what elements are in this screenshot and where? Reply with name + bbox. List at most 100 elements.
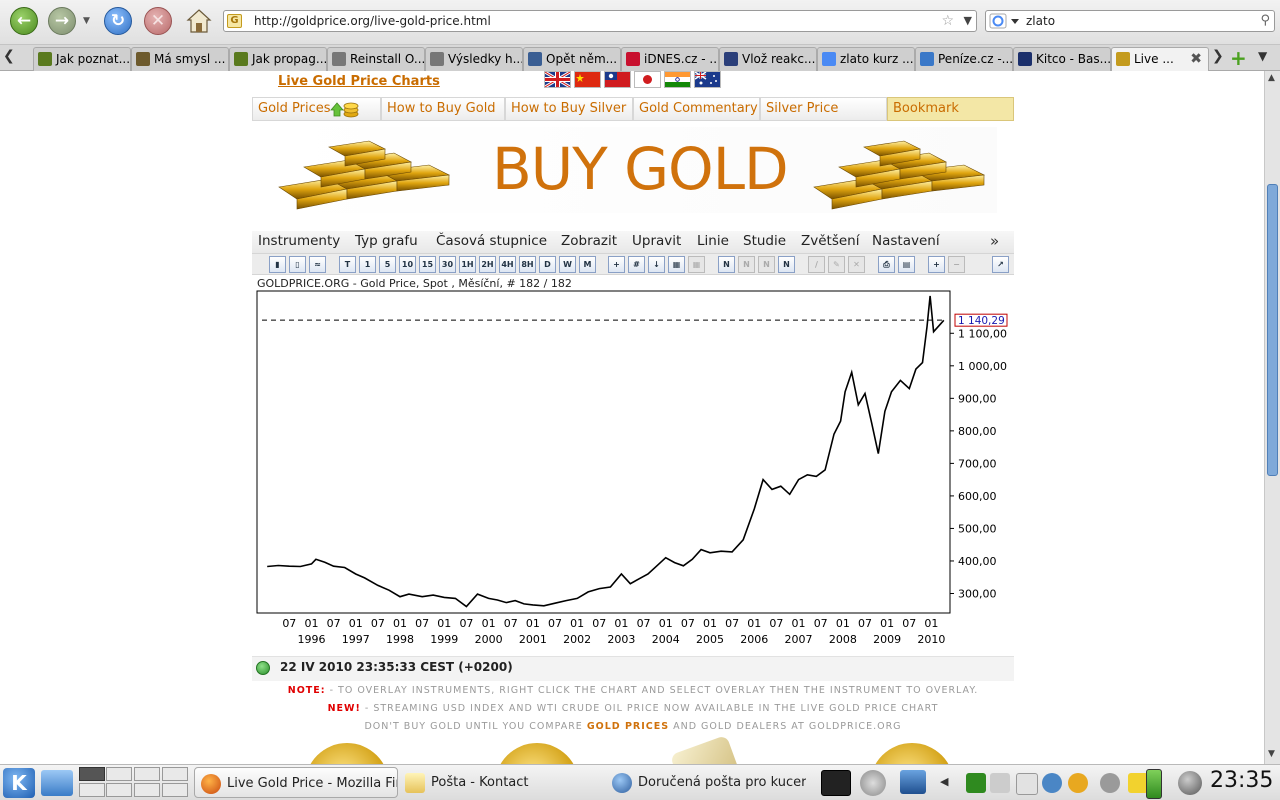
cursor-icon[interactable]: ↓	[648, 256, 665, 273]
gold-bar-image[interactable]	[669, 734, 751, 764]
nav-how-to-buy-gold[interactable]: How to Buy Gold	[381, 97, 505, 121]
network-icon[interactable]	[1042, 773, 1062, 793]
period-button-m[interactable]: M	[579, 256, 596, 273]
period-button-1h[interactable]: 1H	[459, 256, 476, 273]
chart-menu-nastaveni[interactable]: Nastavení	[872, 233, 940, 249]
flag-china-icon[interactable]	[574, 71, 601, 88]
print-icon[interactable]: ⎙	[878, 256, 895, 273]
desktop-2[interactable]	[106, 767, 132, 781]
nav-gold-prices[interactable]: Gold Prices	[252, 97, 381, 121]
gold-coin-image[interactable]	[305, 743, 389, 764]
tab-1[interactable]: Jak poznat...	[33, 47, 131, 71]
tab-8[interactable]: Vlož reakc...	[719, 47, 817, 71]
chart-menu-zobrazit[interactable]: Zobrazit	[561, 233, 617, 249]
period-button-30[interactable]: 30	[439, 256, 456, 273]
settings-icon[interactable]	[860, 770, 886, 796]
scrollbar-thumb[interactable]	[1267, 184, 1278, 476]
chart-menu-casova-stupnice[interactable]: Časová stupnice	[436, 233, 547, 249]
tab-3[interactable]: Jak propag...	[229, 47, 327, 71]
zoom-out-icon[interactable]: −	[948, 256, 965, 273]
info-icon[interactable]	[1100, 773, 1120, 793]
pencil-icon[interactable]: ✎	[828, 256, 845, 273]
detach-chart-icon[interactable]: ↗	[992, 256, 1009, 273]
flag-japan-icon[interactable]	[634, 71, 661, 88]
tab-list-icon[interactable]: ▼	[1258, 49, 1267, 63]
tab-2[interactable]: Má smysl ...	[131, 47, 229, 71]
crosshair-icon[interactable]: +	[608, 256, 625, 273]
flag-uk-icon[interactable]	[544, 71, 571, 89]
fibonacci-icon[interactable]: N	[778, 256, 795, 273]
volume-disabled-icon[interactable]: ▦	[688, 256, 705, 273]
krugerrand-coin-image[interactable]	[870, 743, 954, 764]
flag-india-icon[interactable]	[664, 71, 691, 88]
chart-menu-more-icon[interactable]: »	[990, 232, 999, 250]
forward-button[interactable]: →	[48, 7, 76, 35]
task-inbox-notification[interactable]: Doručená pošta pro kucera	[606, 767, 806, 798]
search-input[interactable]: zlato	[1026, 14, 1055, 28]
desktop-8[interactable]	[162, 783, 188, 797]
new-tab-button[interactable]: +	[1230, 46, 1247, 70]
desktop-1[interactable]	[79, 767, 105, 781]
tab-4[interactable]: Reinstall O...	[327, 47, 425, 71]
gold-price-chart[interactable]: 300,00 400,00 500,00 600,00 700,00 800,00 900,…	[252, 289, 1014, 679]
file-manager-icon[interactable]	[41, 770, 73, 796]
tab-11[interactable]: Kitco - Bas...	[1013, 47, 1111, 71]
tab-12[interactable]: Live ... ✖	[1111, 47, 1209, 72]
chart-menu-linie[interactable]: Linie	[697, 233, 729, 249]
nav-silver-price[interactable]: Silver Price	[760, 97, 887, 121]
tab-6[interactable]: Opět něm...	[523, 47, 621, 71]
period-button-d[interactable]: D	[539, 256, 556, 273]
gold-prices-link[interactable]: GOLD PRICES	[587, 721, 669, 732]
clock[interactable]: 23:35	[1210, 768, 1273, 793]
globe-icon[interactable]	[1178, 771, 1202, 795]
tab-10[interactable]: Peníze.cz -...	[915, 47, 1013, 71]
period-button-8h[interactable]: 8H	[519, 256, 536, 273]
tab-close-icon[interactable]: ✖	[1190, 48, 1202, 70]
tab-9[interactable]: zlato kurz ...	[817, 47, 915, 71]
tray-app-icon[interactable]	[966, 773, 986, 793]
candlestick-chart-icon[interactable]: ▮	[269, 256, 286, 273]
chart-menu-upravit[interactable]: Upravit	[632, 233, 681, 249]
kde-menu-button[interactable]: K	[3, 768, 35, 798]
search-icon[interactable]: ⚲	[1260, 13, 1270, 28]
period-button-1[interactable]: 1	[359, 256, 376, 273]
tab-scroll-left-icon[interactable]: ❮	[3, 48, 15, 64]
site-title-link[interactable]: Live Gold Price Charts	[278, 74, 440, 89]
tab-5[interactable]: Výsledky h...	[425, 47, 523, 71]
period-button-w[interactable]: W	[559, 256, 576, 273]
search-bar[interactable]: zlato ⚲	[985, 10, 1275, 32]
task-firefox[interactable]: Live Gold Price - Mozilla Fire	[194, 767, 398, 798]
desktop-5[interactable]	[79, 783, 105, 797]
period-button-4h[interactable]: 4H	[499, 256, 516, 273]
trendline-3-icon[interactable]: N	[758, 256, 775, 273]
scroll-up-icon[interactable]: ▲	[1268, 73, 1275, 83]
reload-button[interactable]: ↻	[104, 7, 132, 35]
flag-australia-icon[interactable]	[694, 71, 721, 88]
period-button-2h[interactable]: 2H	[479, 256, 496, 273]
gold-coin-image[interactable]	[495, 743, 579, 764]
chart-menu-instrumenty[interactable]: Instrumenty	[258, 233, 340, 249]
period-button-15[interactable]: 15	[419, 256, 436, 273]
grid-icon[interactable]: #	[628, 256, 645, 273]
history-dropdown-icon[interactable]: ▼	[83, 16, 93, 26]
vertical-scrollbar[interactable]: ▲ ▼	[1264, 71, 1280, 764]
trendline-icon[interactable]: N	[718, 256, 735, 273]
bar-chart-icon[interactable]: ▯	[289, 256, 306, 273]
desktop-6[interactable]	[106, 783, 132, 797]
stop-button[interactable]: ✕	[144, 7, 172, 35]
address-bar[interactable]: G http://goldprice.org/live-gold-price.h…	[223, 10, 977, 32]
terminal-icon[interactable]	[821, 770, 851, 796]
search-engine-selector[interactable]	[989, 13, 1023, 29]
edit-line-icon[interactable]: ∕	[808, 256, 825, 273]
volume-icon[interactable]	[990, 773, 1010, 793]
flag-taiwan-icon[interactable]	[604, 71, 631, 88]
period-button-10[interactable]: 10	[399, 256, 416, 273]
delete-icon[interactable]: ✕	[848, 256, 865, 273]
power-icon[interactable]	[1128, 773, 1148, 793]
bookmark-star-icon[interactable]: ☆	[941, 13, 954, 29]
volume-icon[interactable]: ▦	[668, 256, 685, 273]
chart-menu-studie[interactable]: Studie	[743, 233, 786, 249]
help-icon[interactable]	[1068, 773, 1088, 793]
print-preview-icon[interactable]: ▤	[898, 256, 915, 273]
nav-bookmark[interactable]: Bookmark	[887, 97, 1014, 121]
